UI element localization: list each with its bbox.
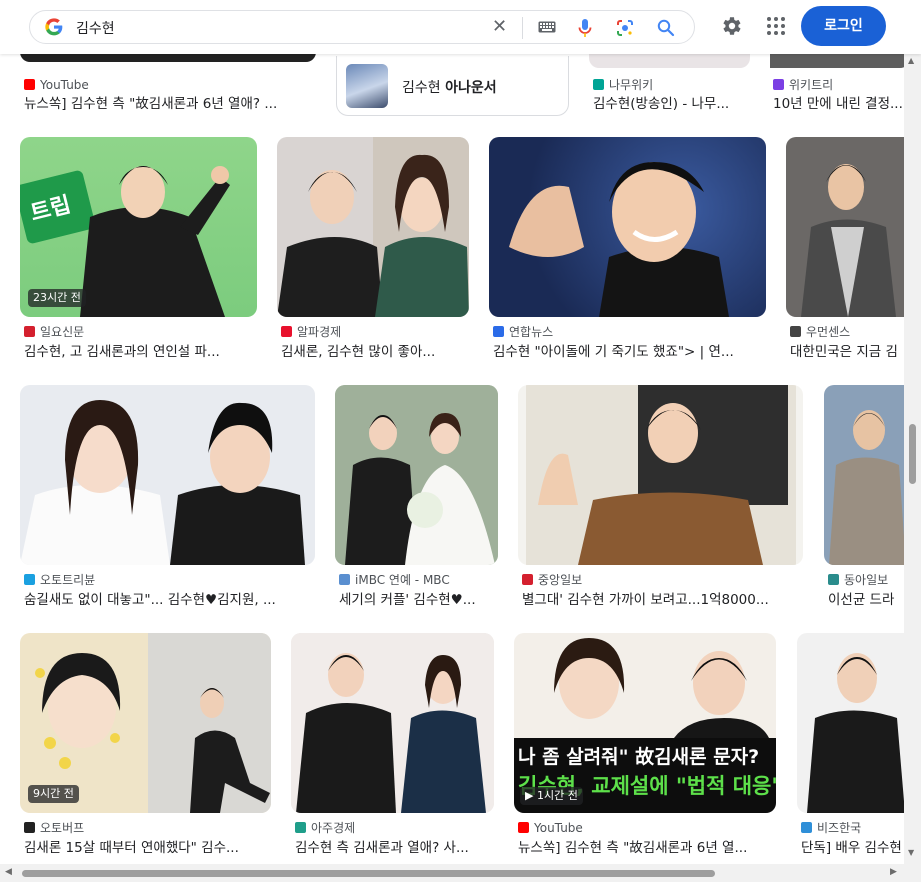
result-source[interactable]: 오토버프 xyxy=(24,820,269,836)
result-title[interactable]: 뉴스쏙] 김수현 측 "故김새론과 6년 열... xyxy=(518,838,773,858)
image-search-results: 김수현 ✕ 로그인 YouTube 뉴스쏙] 김수현 측 "故김새론과 6년 열… xyxy=(0,0,921,882)
image-thumbnail[interactable] xyxy=(291,633,494,813)
divider xyxy=(522,17,523,39)
top-bar: 김수현 ✕ 로그인 xyxy=(0,0,921,54)
settings-gear-icon[interactable] xyxy=(719,14,743,38)
womansense-favicon-icon xyxy=(790,326,801,337)
photo-illustration xyxy=(335,385,498,565)
google-lens-icon[interactable] xyxy=(615,18,635,38)
image-thumbnail[interactable] xyxy=(824,385,910,565)
google-logo-icon xyxy=(45,18,63,36)
wikitree-favicon-icon xyxy=(773,79,784,90)
microphone-icon[interactable] xyxy=(578,18,592,38)
photo-illustration xyxy=(509,162,729,317)
result-source[interactable]: 아주경제 xyxy=(295,820,495,836)
ilyo-favicon-icon xyxy=(24,326,35,337)
horizontal-scrollbar[interactable]: ◀ ▶ xyxy=(0,864,921,882)
result-title[interactable]: 대한민국은 지금 김 xyxy=(790,342,910,362)
result-source[interactable]: 동아일보 xyxy=(828,572,910,588)
time-badge: 23시간 전 xyxy=(28,289,86,307)
image-thumbnail[interactable] xyxy=(518,385,803,565)
alpha-favicon-icon xyxy=(281,326,292,337)
photo-illustration: 나 좀 살려줘" 故김새론 문자? 김수현, 교제설에 "법적 대응" xyxy=(514,633,776,813)
result-source[interactable]: 나무위키 xyxy=(593,77,753,93)
result-title[interactable]: 김수현 "아이돌에 기 죽기도 했죠"> | 연... xyxy=(493,342,763,362)
result-title[interactable]: 김새론 15살 때부터 연애했다" 김수... xyxy=(24,838,269,858)
result-source[interactable]: 우먼센스 xyxy=(790,324,910,340)
photo-illustration xyxy=(526,385,796,565)
image-thumbnail[interactable] xyxy=(20,385,315,565)
imbc-favicon-icon xyxy=(339,574,350,585)
result-source[interactable]: 오토트리뷴 xyxy=(24,572,314,588)
autotribune-favicon-icon xyxy=(24,574,35,585)
result-title[interactable]: 김새론, 김수현 많이 좋아... xyxy=(281,342,461,362)
joongang-favicon-icon xyxy=(522,574,533,585)
keyboard-icon[interactable] xyxy=(538,21,556,33)
result-title[interactable]: 김수현, 고 김새론과의 연인설 파... xyxy=(24,342,259,362)
related-suffix: 아나운서 xyxy=(445,80,497,96)
scroll-left-arrow-icon[interactable]: ◀ xyxy=(5,867,12,877)
result-source[interactable]: YouTube xyxy=(24,77,314,93)
youtube-favicon-icon xyxy=(24,79,35,90)
namuwiki-favicon-icon xyxy=(593,79,604,90)
yonhap-favicon-icon xyxy=(493,326,504,337)
ajunews-favicon-icon xyxy=(295,822,306,833)
horizontal-scroll-thumb[interactable] xyxy=(22,870,715,877)
result-title[interactable]: 별그대' 김수현 가까이 보려고...1억8000... xyxy=(522,590,792,610)
search-query[interactable]: 김수현 xyxy=(76,18,115,38)
vertical-scroll-thumb[interactable] xyxy=(909,424,916,484)
photo-illustration xyxy=(829,410,906,565)
image-thumbnail[interactable] xyxy=(797,633,910,813)
result-title[interactable]: 10년 만에 내린 결정... xyxy=(773,94,903,114)
result-source[interactable]: 알파경제 xyxy=(281,324,471,340)
photo-illustration xyxy=(801,164,896,317)
search-icon[interactable] xyxy=(656,18,676,38)
result-title[interactable]: 단독] 배우 김수현 xyxy=(801,838,909,858)
time-badge: 9시간 전 xyxy=(28,785,79,803)
donga-favicon-icon xyxy=(828,574,839,585)
photo-illustration xyxy=(807,653,905,813)
result-title[interactable]: 김수현(방송인) - 나무... xyxy=(593,94,753,114)
caption-top: 나 좀 살려줘" 故김새론 문자? xyxy=(518,745,759,768)
related-name: 김수현 xyxy=(402,80,441,96)
image-thumbnail[interactable]: 트립 23시간 전 xyxy=(20,137,257,317)
bizhankook-favicon-icon xyxy=(801,822,812,833)
result-title[interactable]: 이선균 드라 xyxy=(828,590,908,610)
result-source[interactable]: 비즈한국 xyxy=(801,820,911,836)
result-title[interactable]: 숨길새도 없이 대놓고"... 김수현♥김지원, ... xyxy=(24,590,314,610)
image-thumbnail[interactable] xyxy=(335,385,498,565)
photo-illustration xyxy=(20,385,315,565)
result-source[interactable]: YouTube xyxy=(518,820,773,836)
result-title[interactable]: 김수현 측 김새론과 열애? 사... xyxy=(295,838,490,858)
time-badge: ▶ 1시간 전 xyxy=(520,787,583,805)
image-thumbnail[interactable]: 나 좀 살려줘" 故김새론 문자? 김수현, 교제설에 "법적 대응" ▶ 1시… xyxy=(514,633,776,813)
vertical-scrollbar[interactable]: ▲ ▼ xyxy=(904,54,921,864)
autobuff-favicon-icon xyxy=(24,822,35,833)
result-source[interactable]: 일요신문 xyxy=(24,324,259,340)
result-title[interactable]: 뉴스쏙] 김수현 측 "故김새론과 6년 열애? ... xyxy=(24,94,314,114)
image-thumbnail[interactable] xyxy=(277,137,469,317)
scroll-up-arrow-icon[interactable]: ▲ xyxy=(908,56,914,65)
scroll-down-arrow-icon[interactable]: ▼ xyxy=(908,848,914,857)
image-thumbnail[interactable] xyxy=(786,137,910,317)
result-title[interactable]: 세기의 커플' 김수현♥... xyxy=(339,590,499,610)
image-thumbnail[interactable]: 9시간 전 xyxy=(20,633,271,813)
result-source[interactable]: 연합뉴스 xyxy=(493,324,763,340)
photo-illustration xyxy=(291,633,494,813)
search-box[interactable]: 김수현 ✕ xyxy=(29,10,695,44)
youtube-favicon-icon xyxy=(518,822,529,833)
scroll-right-arrow-icon[interactable]: ▶ xyxy=(890,867,897,877)
clear-icon[interactable]: ✕ xyxy=(492,17,507,37)
apps-grid-icon[interactable] xyxy=(766,16,786,36)
image-thumbnail[interactable] xyxy=(489,137,766,317)
related-search-card[interactable]: 김수현 아나운서 xyxy=(336,56,569,116)
result-source[interactable]: 중앙일보 xyxy=(522,572,792,588)
result-source[interactable]: iMBC 연예 - MBC xyxy=(339,572,504,588)
login-button[interactable]: 로그인 xyxy=(801,6,886,46)
related-thumbnail xyxy=(346,64,388,108)
photo-illustration xyxy=(277,137,469,317)
result-source[interactable]: 위키트리 xyxy=(773,77,903,93)
